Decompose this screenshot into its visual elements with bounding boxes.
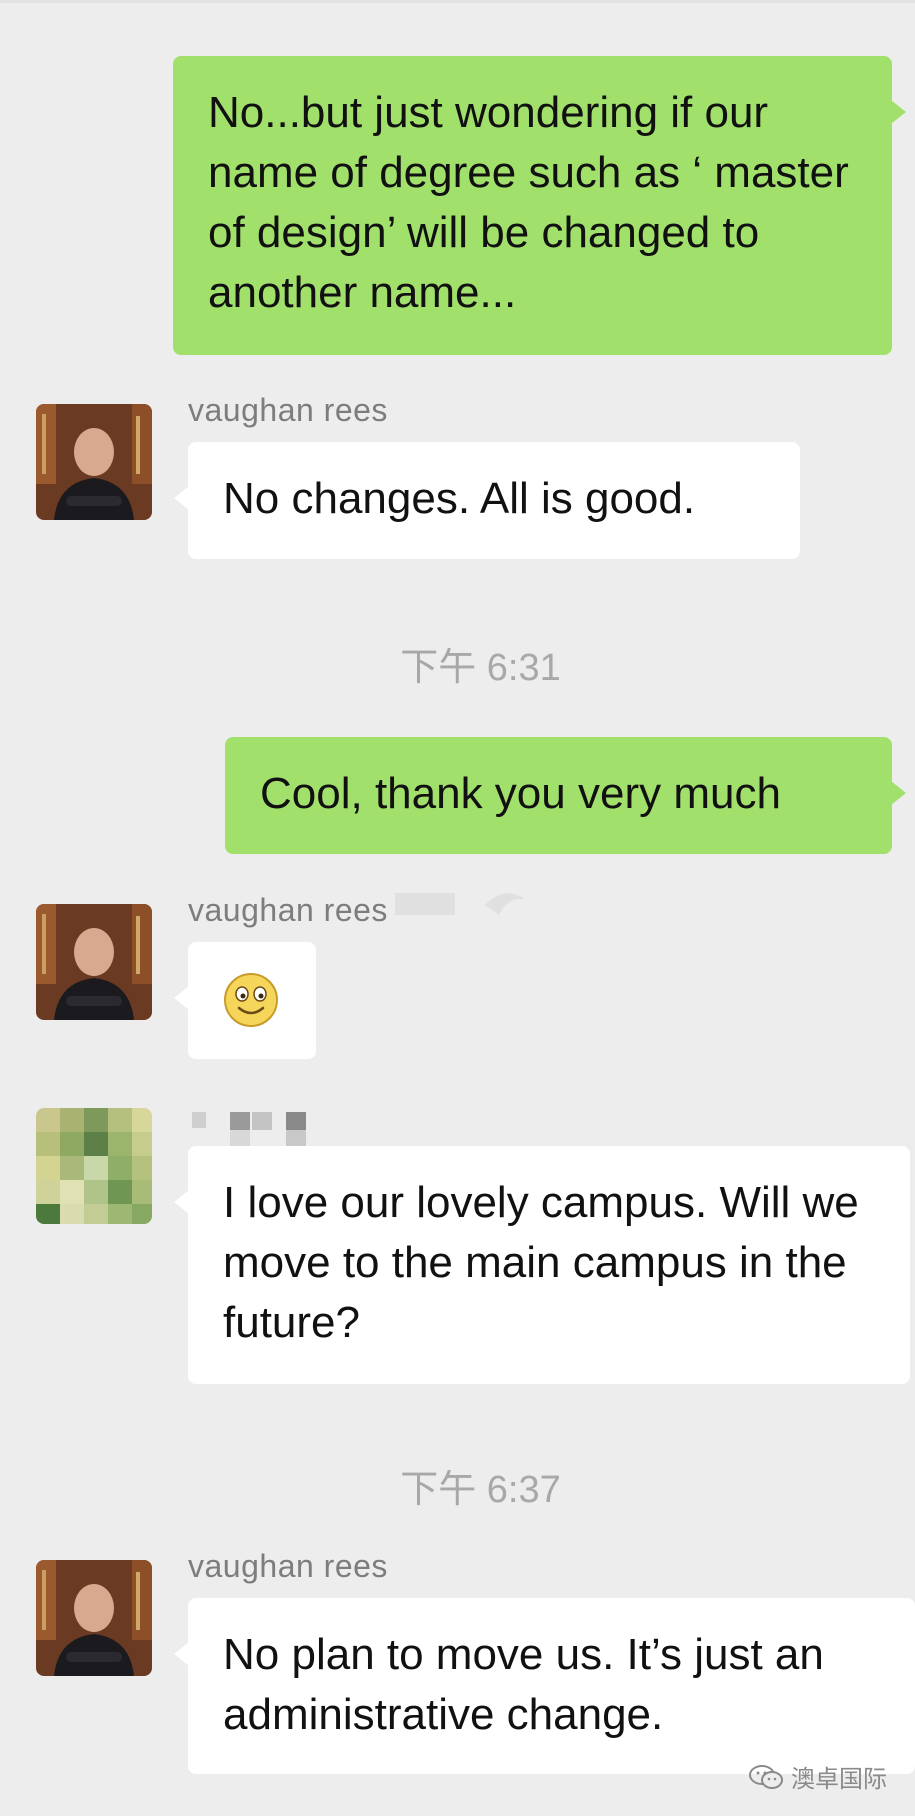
sender-name: vaughan rees <box>188 1548 388 1584</box>
message-text: No...but just wondering if our name of d… <box>208 88 849 317</box>
faint-watermark-icon <box>395 893 525 915</box>
avatar[interactable] <box>36 904 152 1020</box>
sender-name: vaughan rees <box>188 892 388 928</box>
watermark-text: 澳卓国际 <box>791 1766 887 1793</box>
avatar[interactable] <box>36 404 152 520</box>
smile-emoji-icon <box>224 973 278 1027</box>
sent-message-bubble[interactable]: No...but just wondering if our name of d… <box>173 56 906 355</box>
avatar[interactable] <box>36 1560 152 1676</box>
avatar[interactable] <box>36 1108 152 1224</box>
message-text: Cool, thank you very much <box>260 769 781 818</box>
watermark: 澳卓国际 <box>749 1759 887 1794</box>
sender-name: vaughan rees <box>188 392 388 428</box>
timestamp: 下午 6:31 <box>400 647 561 689</box>
sent-message-bubble[interactable]: Cool, thank you very much <box>225 737 906 854</box>
timestamp: 下午 6:37 <box>400 1469 561 1511</box>
received-message-bubble[interactable]: I love our lovely campus. Will we move t… <box>174 1146 910 1384</box>
message-text: I love our lovely campus. Will we move t… <box>223 1178 859 1347</box>
message-text: No plan to move us. It’s just an adminis… <box>223 1630 824 1739</box>
received-message-bubble[interactable]: No plan to move us. It’s just an adminis… <box>174 1598 915 1774</box>
message-text: No changes. All is good. <box>223 474 696 523</box>
received-message-bubble[interactable]: No changes. All is good. <box>174 442 800 559</box>
wechat-icon <box>749 1764 783 1789</box>
top-divider <box>0 0 915 3</box>
